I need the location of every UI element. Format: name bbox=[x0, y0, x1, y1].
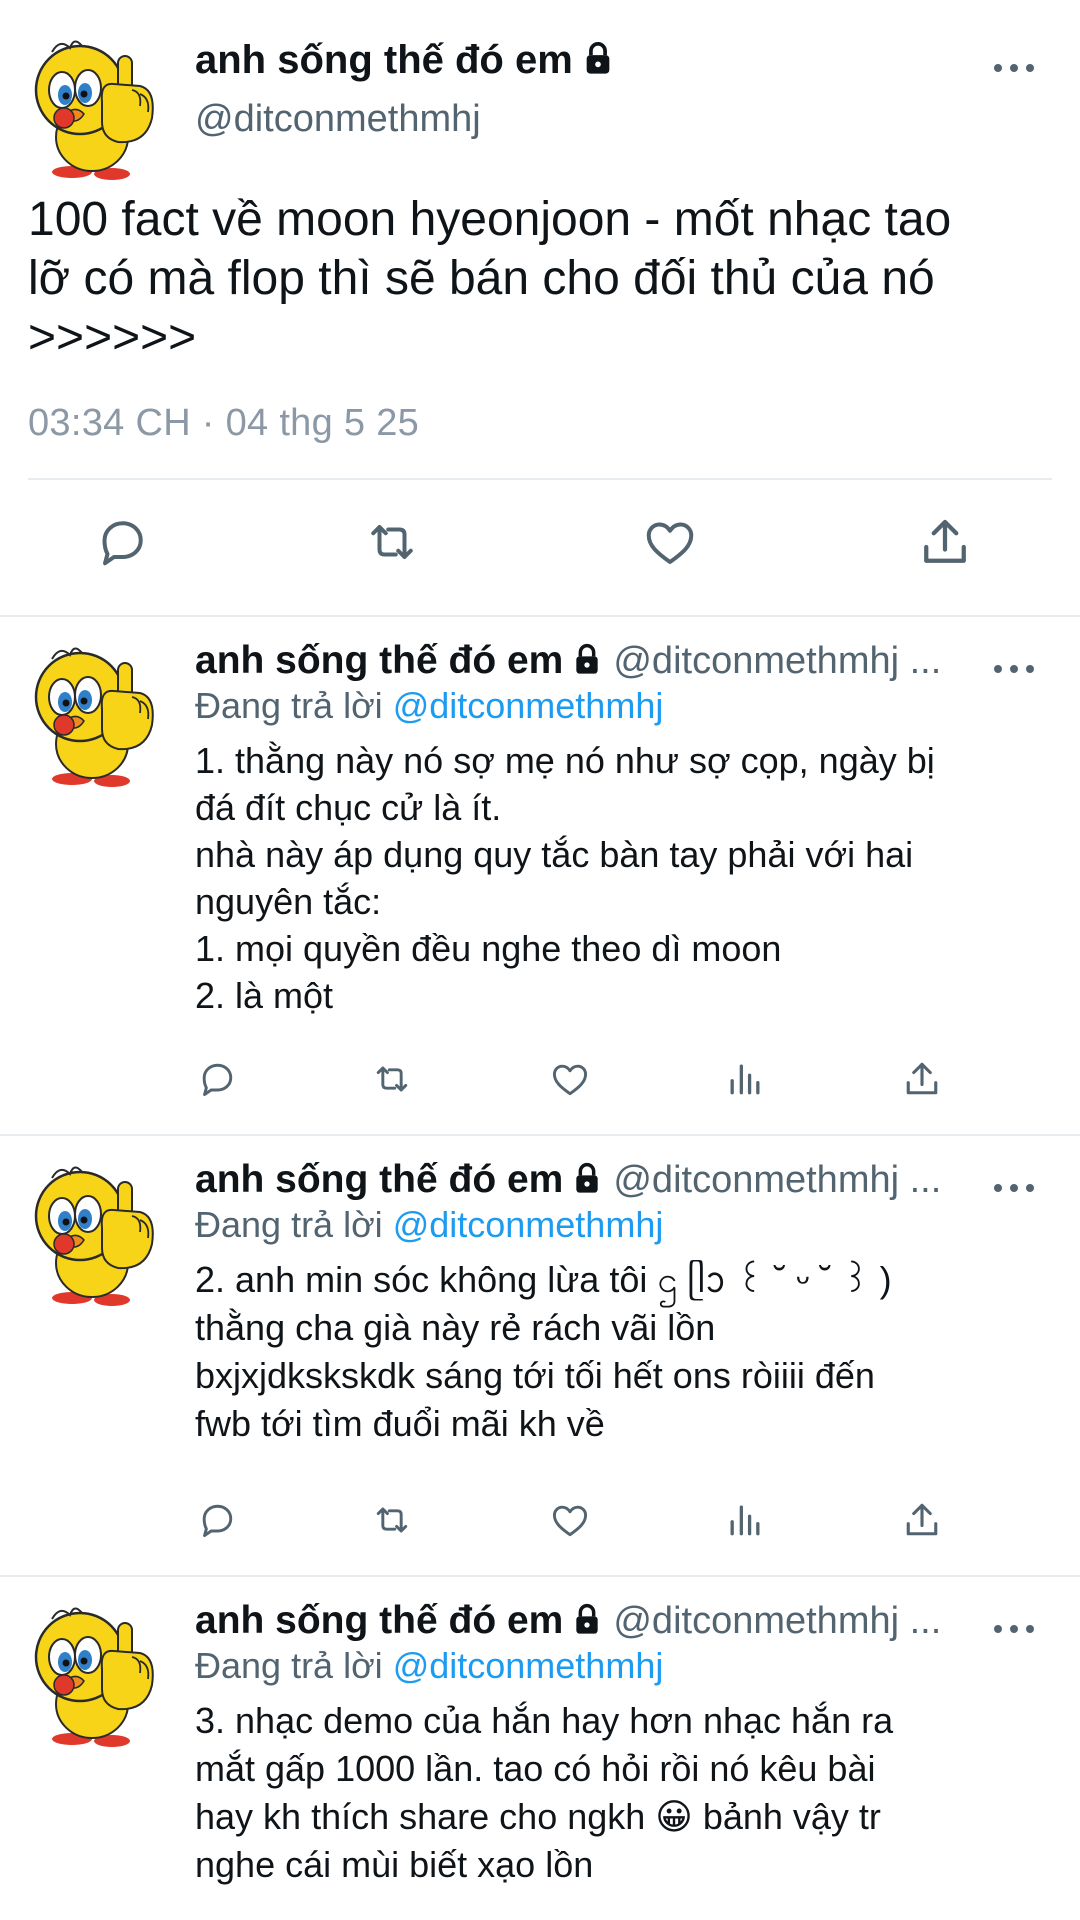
lock-icon bbox=[581, 41, 615, 75]
reply-icon bbox=[195, 1057, 239, 1101]
divider bbox=[28, 478, 1052, 480]
reply-tweet[interactable]: anh sống thế đó em @ditconmethmhj ... Đan… bbox=[0, 1577, 1080, 1917]
views-icon bbox=[723, 1057, 767, 1101]
share-button[interactable] bbox=[900, 1057, 944, 1101]
tweet-timestamp[interactable]: 03:34 CH · 04 thg 5 25 bbox=[28, 402, 419, 445]
reply-icon bbox=[92, 512, 152, 572]
reply-icon bbox=[195, 1498, 239, 1542]
like-icon bbox=[548, 1498, 592, 1542]
retweet-button[interactable] bbox=[362, 512, 422, 572]
retweet-icon bbox=[370, 1057, 414, 1101]
reply-tweet[interactable]: anh sống thế đó em @ditconmethmhj ... Đan… bbox=[0, 617, 1080, 1134]
more-options-button[interactable] bbox=[990, 659, 1038, 679]
replying-to-mention[interactable]: @ditconmethmhj bbox=[393, 1645, 664, 1686]
retweet-icon bbox=[362, 512, 422, 572]
avatar[interactable] bbox=[22, 639, 172, 789]
reply-text: 1. thằng này nó sợ mẹ nó như sợ cọp, ngà… bbox=[195, 740, 935, 1016]
avatar[interactable] bbox=[22, 32, 172, 182]
share-icon bbox=[900, 1057, 944, 1101]
reply-tweet[interactable]: anh sống thế đó em @ditconmethmhj ... Đan… bbox=[0, 1136, 1080, 1575]
tweet-thread: anh sống thế đó em @ditconmethmhj 100 fa… bbox=[0, 0, 1080, 1920]
author-handle[interactable]: @ditconmethmhj ... bbox=[613, 640, 941, 682]
like-button[interactable] bbox=[640, 512, 700, 572]
replying-to-mention[interactable]: @ditconmethmhj bbox=[393, 685, 664, 726]
reply-button[interactable] bbox=[195, 1498, 239, 1542]
like-button[interactable] bbox=[548, 1057, 592, 1101]
reply-header: anh sống thế đó em @ditconmethmhj ... bbox=[195, 639, 995, 687]
tweet-actions bbox=[0, 512, 1080, 582]
more-options-button[interactable] bbox=[990, 1619, 1038, 1639]
reply-actions bbox=[195, 1498, 955, 1544]
author-name-label: anh sống thế đó em bbox=[195, 38, 573, 82]
avatar[interactable] bbox=[22, 1158, 172, 1308]
replying-to: Đang trả lời @ditconmethmhj bbox=[195, 685, 663, 727]
author-name[interactable]: anh sống thế đó em bbox=[195, 1158, 563, 1201]
tweety-bird-avatar-icon bbox=[22, 639, 172, 789]
like-icon bbox=[640, 512, 700, 572]
author-handle[interactable]: @ditconmethmhj ... bbox=[613, 1159, 941, 1201]
lock-icon bbox=[571, 1162, 603, 1194]
reply-button[interactable] bbox=[92, 512, 152, 572]
share-icon bbox=[915, 512, 975, 572]
views-button[interactable] bbox=[723, 1057, 767, 1101]
author-handle[interactable]: @ditconmethmhj bbox=[195, 98, 481, 141]
reply-actions bbox=[195, 1057, 955, 1103]
replying-to: Đang trả lời @ditconmethmhj bbox=[195, 1204, 663, 1246]
tweety-bird-avatar-icon bbox=[22, 1599, 172, 1749]
retweet-button[interactable] bbox=[370, 1057, 414, 1101]
tweety-bird-avatar-icon bbox=[22, 1158, 172, 1308]
tweet-text: 100 fact về moon hyeonjoon - mốt nhạc ta… bbox=[28, 193, 952, 364]
more-icon bbox=[990, 58, 1038, 78]
retweet-icon bbox=[370, 1498, 414, 1542]
main-tweet: anh sống thế đó em @ditconmethmhj 100 fa… bbox=[0, 0, 1080, 615]
share-button[interactable] bbox=[900, 1498, 944, 1542]
author-name[interactable]: anh sống thế đó em bbox=[195, 38, 615, 83]
replying-to-label: Đang trả lời bbox=[195, 1645, 393, 1686]
more-icon bbox=[990, 659, 1038, 679]
reply-text: 3. nhạc demo của hắn hay hơn nhạc hắn ra… bbox=[195, 1700, 894, 1885]
reply-header: anh sống thế đó em @ditconmethmhj ... bbox=[195, 1158, 995, 1206]
share-button[interactable] bbox=[915, 512, 975, 572]
more-options-button[interactable] bbox=[990, 58, 1038, 78]
replying-to-mention[interactable]: @ditconmethmhj bbox=[393, 1204, 664, 1245]
replying-to: Đang trả lời @ditconmethmhj bbox=[195, 1645, 663, 1687]
tweety-bird-avatar-icon bbox=[22, 32, 172, 182]
author-name[interactable]: anh sống thế đó em bbox=[195, 639, 563, 682]
reply-text: 2. anh min sóc không lừa tôi ဌ ᥫᩣ ꒰ ˘ ᵕ … bbox=[195, 1259, 892, 1444]
lock-icon bbox=[571, 1603, 603, 1635]
lock-icon bbox=[571, 643, 603, 675]
reply-header: anh sống thế đó em @ditconmethmhj ... bbox=[195, 1599, 995, 1647]
replying-to-label: Đang trả lời bbox=[195, 1204, 393, 1245]
like-icon bbox=[548, 1057, 592, 1101]
retweet-button[interactable] bbox=[370, 1498, 414, 1542]
author-name[interactable]: anh sống thế đó em bbox=[195, 1599, 563, 1642]
share-icon bbox=[900, 1498, 944, 1542]
views-button[interactable] bbox=[723, 1498, 767, 1542]
more-options-button[interactable] bbox=[990, 1178, 1038, 1198]
views-icon bbox=[723, 1498, 767, 1542]
more-icon bbox=[990, 1619, 1038, 1639]
more-icon bbox=[990, 1178, 1038, 1198]
like-button[interactable] bbox=[548, 1498, 592, 1542]
avatar[interactable] bbox=[22, 1599, 172, 1749]
reply-button[interactable] bbox=[195, 1057, 239, 1101]
author-handle[interactable]: @ditconmethmhj ... bbox=[613, 1600, 941, 1642]
replying-to-label: Đang trả lời bbox=[195, 685, 393, 726]
